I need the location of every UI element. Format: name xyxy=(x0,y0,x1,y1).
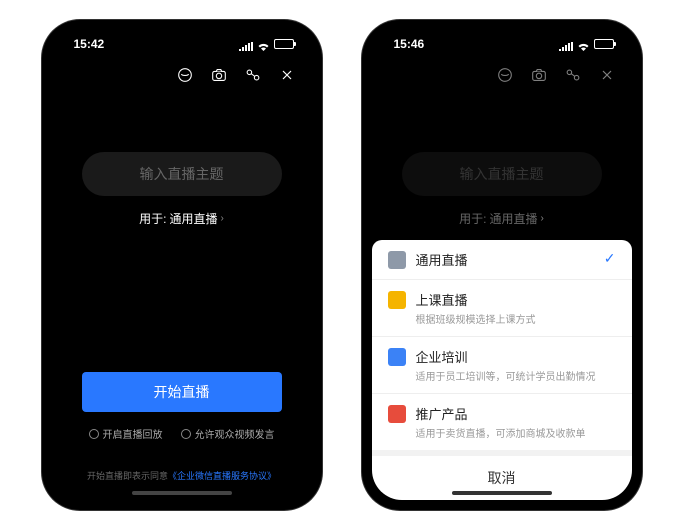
share-icon[interactable] xyxy=(244,66,262,84)
option-replay[interactable]: 开启直播回放 xyxy=(89,426,163,441)
top-toolbar xyxy=(52,58,312,92)
top-toolbar xyxy=(372,58,632,92)
purpose-prefix: 用于: xyxy=(139,210,166,227)
sheet-item-icon xyxy=(388,291,406,309)
sheet-item-text: 上课直播根据班级规模选择上课方式 xyxy=(416,290,616,326)
option-replay-label: 开启直播回放 xyxy=(103,426,163,441)
sheet-item-icon xyxy=(388,405,406,423)
chevron-right-icon: › xyxy=(541,213,544,224)
sheet-item-1[interactable]: 上课直播根据班级规模选择上课方式 xyxy=(372,280,632,337)
radio-icon xyxy=(181,429,191,439)
agreement-prefix: 开始直播即表示同意 xyxy=(87,471,168,481)
sheet-item-text: 通用直播 xyxy=(416,250,594,269)
camera-icon[interactable] xyxy=(530,66,548,84)
phone-right: 15:46 输入直播主题 用于: 通用直播 › 通用直播 ✓ 上课直播根据班级规模选… xyxy=(362,20,642,510)
sheet-item-text: 企业培训适用于员工培训等，可统计学员出勤情况 xyxy=(416,347,616,383)
sheet-item-title: 推广产品 xyxy=(416,404,616,423)
option-speak-label: 允许观众视频发言 xyxy=(195,426,275,441)
home-indicator xyxy=(452,491,552,495)
notch xyxy=(122,30,242,52)
screen-right: 15:46 输入直播主题 用于: 通用直播 › 通用直播 ✓ 上课直播根据班级规模选… xyxy=(372,30,632,500)
sheet-item-subtitle: 适用于卖货直播，可添加商城及收款单 xyxy=(416,425,616,440)
sheet-item-icon xyxy=(388,251,406,269)
subject-input[interactable]: 输入直播主题 xyxy=(82,152,282,196)
camera-icon[interactable] xyxy=(210,66,228,84)
bottom-area: 开始直播 开启直播回放 允许观众视频发言 开始直播即表示同意《企业微信直播服务协… xyxy=(52,372,312,500)
status-time: 15:46 xyxy=(394,37,425,51)
wifi-icon xyxy=(577,40,590,49)
spacer xyxy=(52,228,312,372)
top-area: 输入直播主题 用于: 通用直播 › xyxy=(372,92,632,228)
purpose-action-sheet: 通用直播 ✓ 上课直播根据班级规模选择上课方式企业培训适用于员工培训等，可统计学员出… xyxy=(372,240,632,500)
purpose-prefix: 用于: xyxy=(459,210,486,227)
sheet-item-title: 通用直播 xyxy=(416,250,594,269)
start-live-button[interactable]: 开始直播 xyxy=(82,372,282,412)
status-indicators xyxy=(239,39,294,49)
sheet-item-2[interactable]: 企业培训适用于员工培训等，可统计学员出勤情况 xyxy=(372,337,632,394)
status-indicators xyxy=(559,39,614,49)
battery-icon xyxy=(594,39,614,49)
purpose-selector[interactable]: 用于: 通用直播 › xyxy=(459,210,544,227)
close-icon[interactable] xyxy=(278,66,296,84)
wifi-icon xyxy=(257,40,270,49)
share-icon[interactable] xyxy=(564,66,582,84)
beauty-icon[interactable] xyxy=(496,66,514,84)
purpose-value: 通用直播 xyxy=(169,210,217,227)
purpose-value: 通用直播 xyxy=(489,210,537,227)
sheet-item-0[interactable]: 通用直播 ✓ xyxy=(372,240,632,280)
radio-icon xyxy=(89,429,99,439)
sheet-item-text: 推广产品适用于卖货直播，可添加商城及收款单 xyxy=(416,404,616,440)
sheet-item-subtitle: 根据班级规模选择上课方式 xyxy=(416,311,616,326)
purpose-selector[interactable]: 用于: 通用直播 › xyxy=(139,210,224,227)
options-row: 开启直播回放 允许观众视频发言 xyxy=(82,426,282,441)
chevron-right-icon: › xyxy=(221,213,224,224)
home-indicator xyxy=(132,491,232,495)
subject-input[interactable]: 输入直播主题 xyxy=(402,152,602,196)
sheet-item-icon xyxy=(388,348,406,366)
check-icon: ✓ xyxy=(604,250,616,267)
sheet-item-subtitle: 适用于员工培训等，可统计学员出勤情况 xyxy=(416,368,616,383)
status-time: 15:42 xyxy=(74,37,105,51)
agreement-text: 开始直播即表示同意《企业微信直播服务协议》 xyxy=(82,469,282,482)
sheet-item-title: 上课直播 xyxy=(416,290,616,309)
top-area: 输入直播主题 用于: 通用直播 › xyxy=(52,92,312,228)
screen-left: 15:42 输入直播主题 用于: 通用直播 › 开始直播 开启 xyxy=(52,30,312,500)
sheet-item-3[interactable]: 推广产品适用于卖货直播，可添加商城及收款单 xyxy=(372,394,632,450)
close-icon[interactable] xyxy=(598,66,616,84)
battery-icon xyxy=(274,39,294,49)
notch xyxy=(442,30,562,52)
agreement-link[interactable]: 《企业微信直播服务协议》 xyxy=(168,471,276,481)
phone-left: 15:42 输入直播主题 用于: 通用直播 › 开始直播 开启 xyxy=(42,20,322,510)
option-speak[interactable]: 允许观众视频发言 xyxy=(181,426,275,441)
beauty-icon[interactable] xyxy=(176,66,194,84)
sheet-item-title: 企业培训 xyxy=(416,347,616,366)
